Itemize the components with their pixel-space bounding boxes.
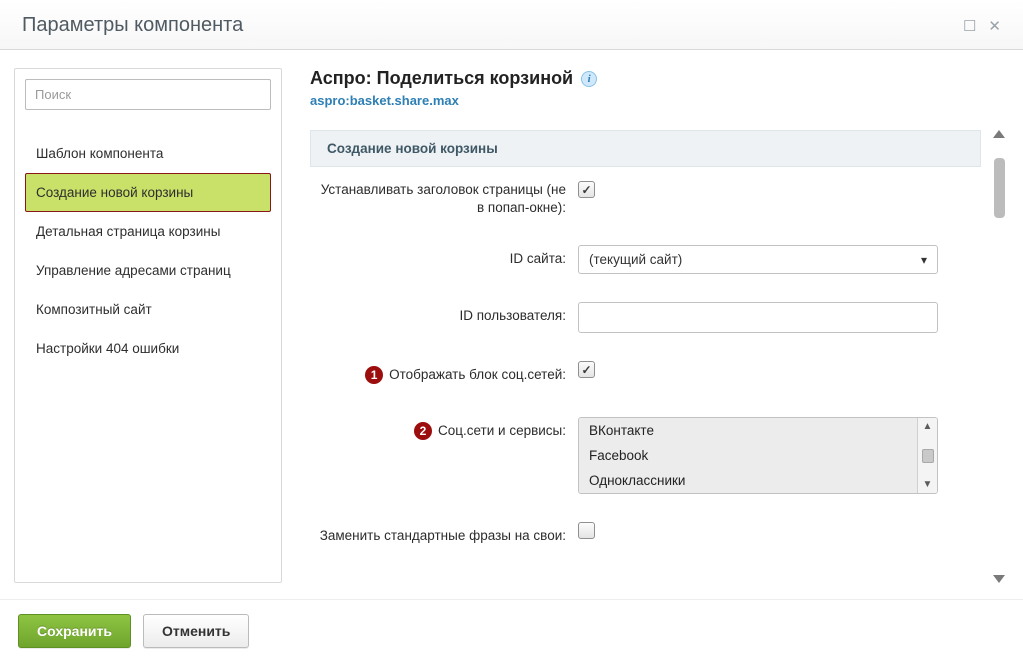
badge-1: 1 <box>365 366 383 384</box>
label-set-title: Устанавливать заголовок страницы (не в п… <box>310 181 578 217</box>
select-site-id-value: (текущий сайт) <box>589 252 682 267</box>
close-icon[interactable]: ✕ <box>988 17 1001 35</box>
label-show-social: Отображать блок соц.сетей: <box>389 366 566 384</box>
multiselect-scrollbar[interactable]: ▲ ▼ <box>917 418 937 493</box>
multiselect-socials[interactable]: ВКонтакте Facebook Одноклассники ▲ ▼ <box>578 417 938 494</box>
panel-scroll-up-icon[interactable] <box>993 130 1005 138</box>
checkbox-replace-phrases[interactable] <box>578 522 595 539</box>
sidebar-item-404[interactable]: Настройки 404 ошибки <box>25 329 271 368</box>
component-title: Аспро: Поделиться корзиной <box>310 68 573 89</box>
scroll-up-icon[interactable]: ▲ <box>923 421 933 432</box>
search-input[interactable] <box>25 79 271 110</box>
info-icon[interactable]: i <box>581 71 597 87</box>
sidebar-item-create-basket[interactable]: Создание новой корзины <box>25 173 271 212</box>
label-replace-phrases: Заменить стандартные фразы на свои: <box>310 522 578 550</box>
label-site-id: ID сайта: <box>310 245 578 273</box>
label-socials: Соц.сети и сервисы: <box>438 422 566 440</box>
component-code: aspro:basket.share.max <box>310 93 1009 108</box>
sidebar-item-detail-page[interactable]: Детальная страница корзины <box>25 212 271 251</box>
scroll-thumb[interactable] <box>922 449 934 463</box>
chevron-down-icon: ▾ <box>921 253 927 267</box>
label-user-id: ID пользователя: <box>310 302 578 330</box>
social-option-ok[interactable]: Одноклассники <box>579 468 917 493</box>
sidebar: Шаблон компонента Создание новой корзины… <box>14 68 282 583</box>
social-option-vk[interactable]: ВКонтакте <box>579 418 917 443</box>
input-user-id[interactable] <box>578 302 938 333</box>
scroll-down-icon[interactable]: ▼ <box>923 479 933 490</box>
panel-scrollbar[interactable] <box>989 130 1009 583</box>
social-option-fb[interactable]: Facebook <box>579 443 917 468</box>
section-header: Создание новой корзины <box>310 130 981 167</box>
badge-2: 2 <box>414 422 432 440</box>
select-site-id[interactable]: (текущий сайт) ▾ <box>578 245 938 274</box>
panel-scroll-down-icon[interactable] <box>993 575 1005 583</box>
sidebar-item-template[interactable]: Шаблон компонента <box>25 134 271 173</box>
maximize-icon[interactable]: ☐ <box>963 17 976 35</box>
checkbox-set-title[interactable] <box>578 181 595 198</box>
cancel-button[interactable]: Отменить <box>143 614 249 648</box>
panel-scroll-thumb[interactable] <box>994 158 1005 218</box>
sidebar-item-url-management[interactable]: Управление адресами страниц <box>25 251 271 290</box>
save-button[interactable]: Сохранить <box>18 614 131 648</box>
checkbox-show-social[interactable] <box>578 361 595 378</box>
sidebar-item-composite[interactable]: Композитный сайт <box>25 290 271 329</box>
dialog-title: Параметры компонента <box>22 14 243 37</box>
